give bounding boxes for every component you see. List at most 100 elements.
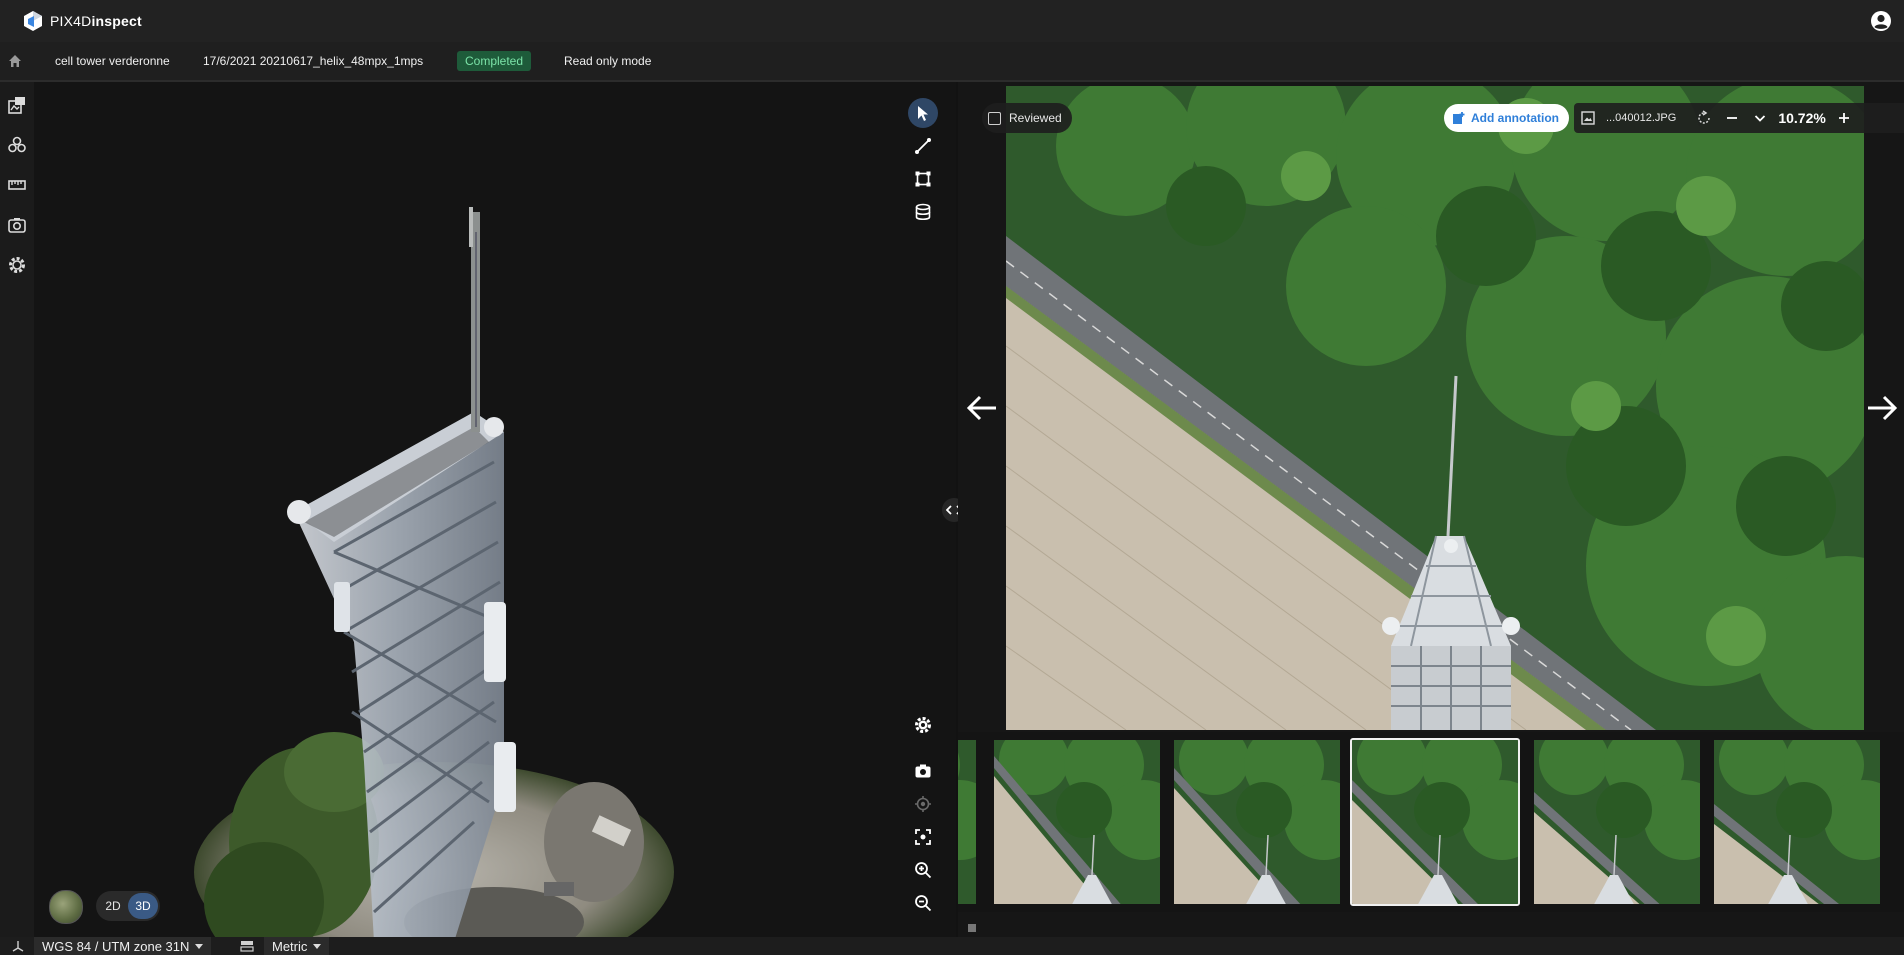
pix4d-logo-icon: [24, 11, 42, 31]
sidebar-item-images[interactable]: [4, 212, 30, 238]
rotate-icon: [1698, 110, 1711, 124]
polygon-tool-button[interactable]: [908, 164, 938, 194]
zoom-level: 10.72%: [1778, 110, 1826, 126]
thumbnail-image[interactable]: [992, 738, 1162, 906]
add-annotation-button[interactable]: Add annotation: [1444, 104, 1569, 132]
polyline-tool-button[interactable]: [908, 131, 938, 161]
crs-value: WGS 84 / UTM zone 31N: [42, 938, 190, 954]
viewer-settings-button[interactable]: [908, 710, 938, 740]
arrow-right-icon: [1868, 395, 1898, 421]
app-header: PIX4Dinspect: [0, 0, 1904, 42]
polygon-icon: [915, 171, 931, 187]
image-info-button[interactable]: [1574, 111, 1602, 125]
thumbnail-image[interactable]: [1172, 738, 1342, 906]
image-controls: ...040012.JPG 10.72%: [1574, 103, 1904, 133]
thumbnail-image[interactable]: [1712, 738, 1882, 906]
fit-view-icon: [915, 829, 931, 845]
image-filename: ...040012.JPG: [1606, 112, 1677, 124]
viewer-tools: [908, 98, 942, 230]
thumbnail-preview: [1352, 740, 1518, 904]
mode-2d-button[interactable]: 2D: [98, 893, 128, 919]
zoom-out-image-button[interactable]: [1718, 111, 1746, 125]
settings-icon: [9, 257, 25, 273]
home-icon: [9, 55, 21, 67]
crs-select[interactable]: WGS 84 / UTM zone 31N: [34, 937, 212, 955]
settings-icon: [915, 717, 931, 733]
polyline-icon: [915, 138, 931, 154]
layers-icon: [8, 136, 26, 153]
volume-icon: [915, 203, 931, 221]
minus-icon: [1727, 117, 1738, 119]
snapshot-icon: [915, 764, 931, 778]
sidebar-item-measurements[interactable]: [4, 172, 30, 198]
select-tool-button[interactable]: [908, 98, 938, 128]
view-mode-switch: 2D 3D: [96, 891, 160, 921]
zoom-out-icon: [915, 895, 932, 912]
locate-icon: [915, 796, 931, 812]
annotation-icon: [1453, 112, 1465, 124]
locate-button[interactable]: [908, 789, 938, 819]
snapshot-button[interactable]: [908, 756, 938, 786]
basemap-toggle[interactable]: [49, 890, 83, 924]
next-image-button[interactable]: [1864, 390, 1900, 426]
viewer-navigation-tools: [908, 710, 942, 921]
aerial-image: [1006, 86, 1864, 730]
units-value: Metric: [272, 938, 308, 954]
fit-view-button[interactable]: [908, 822, 938, 852]
chevron-down-icon: [1755, 115, 1766, 122]
reviewed-checkbox[interactable]: [988, 111, 1001, 125]
drone-photo[interactable]: [1006, 86, 1864, 730]
axes-icon: [12, 941, 24, 952]
arrow-left-icon: [966, 395, 996, 421]
zoom-in-icon: [915, 862, 932, 879]
thumbnail-image[interactable]: [958, 738, 978, 906]
tower-point-cloud: [194, 207, 674, 937]
thumbnail-image[interactable]: [1350, 738, 1520, 906]
units-icon-wrap: [240, 937, 254, 955]
zoom-in-image-button[interactable]: [1830, 111, 1858, 125]
reviewed-toggle[interactable]: Reviewed: [982, 103, 1072, 133]
app-logo[interactable]: PIX4Dinspect: [22, 10, 142, 32]
thumbnail-preview: [994, 740, 1160, 904]
mode-3d-button[interactable]: 3D: [128, 893, 158, 919]
left-sidebar: [0, 82, 34, 937]
previous-image-button[interactable]: [964, 390, 1000, 426]
thumbnail-preview: [1714, 740, 1880, 904]
inspection-reports-icon: [8, 97, 25, 114]
zoom-out-button[interactable]: [908, 888, 938, 918]
user-account-icon: [1871, 11, 1891, 31]
read-only-label: Read only mode: [564, 54, 652, 68]
status-badge: Completed: [457, 51, 532, 71]
zoom-dropdown-button[interactable]: [1746, 111, 1774, 125]
units-icon: [240, 941, 254, 952]
home-button[interactable]: [8, 54, 22, 68]
thumbnail-strip: [958, 732, 1904, 912]
app-name: PIX4Dinspect: [50, 13, 142, 29]
camera-icon: [8, 218, 26, 233]
reviewed-label: Reviewed: [1009, 111, 1062, 125]
point-cloud-viewer[interactable]: 2D 3D: [34, 82, 956, 937]
sidebar-item-settings[interactable]: [4, 252, 30, 278]
status-bar: WGS 84 / UTM zone 31N Metric: [0, 937, 1904, 955]
image-icon: [1581, 111, 1595, 125]
thumbnail-image[interactable]: [1532, 738, 1702, 906]
rotate-image-button[interactable]: [1690, 110, 1718, 126]
breadcrumb-project[interactable]: cell tower verderonne: [55, 54, 170, 68]
add-annotation-label: Add annotation: [1471, 111, 1559, 125]
breadcrumb-dataset[interactable]: 17/6/2021 20210617_helix_48mpx_1mps: [203, 54, 423, 68]
sidebar-item-reports[interactable]: [4, 92, 30, 118]
crs-icon-wrap: [12, 937, 24, 955]
sidebar-item-layers[interactable]: [4, 132, 30, 158]
chevron-down-icon: [313, 943, 322, 949]
breadcrumb: cell tower verderonne 17/6/2021 20210617…: [0, 42, 1904, 82]
volume-tool-button[interactable]: [908, 197, 938, 227]
units-select[interactable]: Metric: [264, 937, 330, 955]
thumbnail-preview: [1534, 740, 1700, 904]
account-button[interactable]: [1870, 10, 1892, 32]
zoom-in-button[interactable]: [908, 855, 938, 885]
pointer-icon: [918, 106, 928, 121]
measure-ruler-icon: [8, 180, 26, 190]
strip-scroll-indicator[interactable]: [968, 924, 976, 932]
thumbnail-preview: [958, 740, 976, 904]
thumbnail-preview: [1174, 740, 1340, 904]
